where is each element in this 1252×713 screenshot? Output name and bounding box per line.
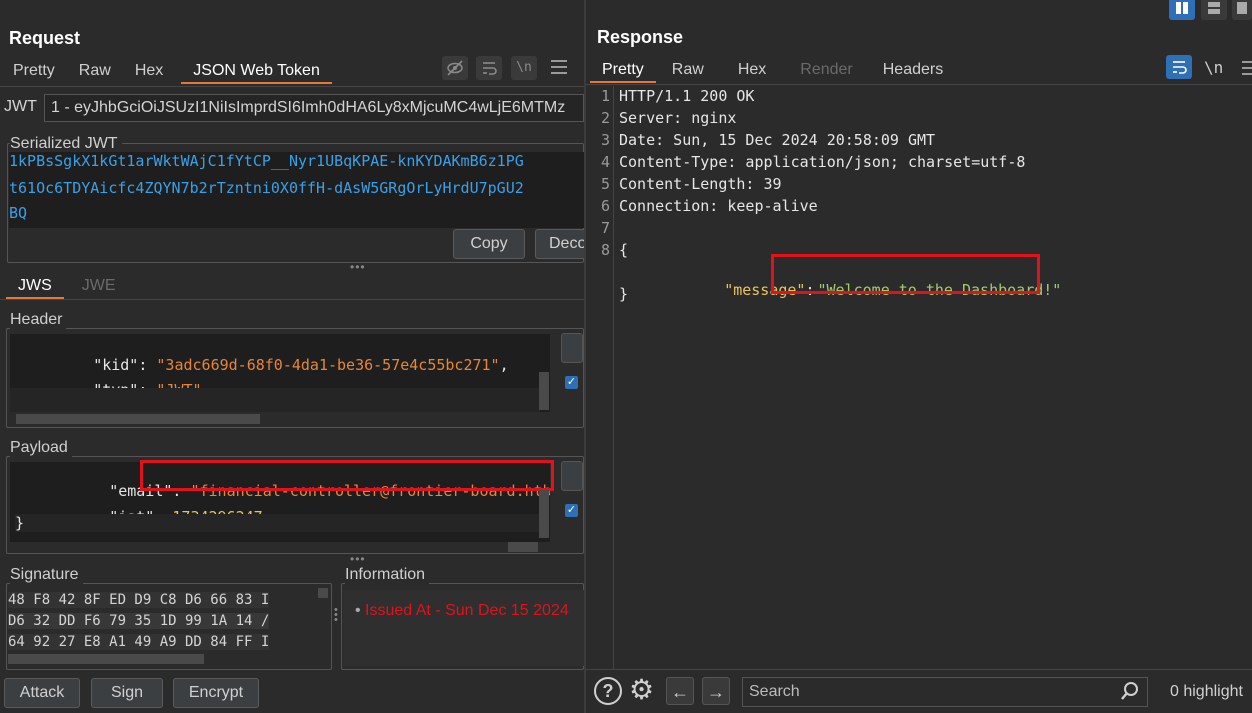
signature-hex-view[interactable]: 48 F8 42 8F ED D9 C8 D6 66 83 I D6 32 DD… <box>8 590 312 654</box>
line-number: 7 <box>600 219 610 237</box>
split-view-icon[interactable] <box>1169 0 1195 20</box>
single-view-icon[interactable] <box>1232 0 1252 20</box>
tab-headers[interactable]: Headers <box>871 57 955 83</box>
header-label: Header <box>10 311 67 329</box>
line-number: 2 <box>600 109 610 127</box>
response-title: Response <box>597 27 684 47</box>
signature-row: 48 F8 42 8F ED D9 C8 D6 66 83 I <box>8 592 270 608</box>
serialized-line: 1kPBsSgkX1kGt1arWktWAjC1fYtCP__Nyr1UBqKP… <box>9 152 524 170</box>
line-number: 4 <box>600 153 610 171</box>
response-header-line: Date: Sun, 15 Dec 2024 20:58:09 GMT <box>619 131 936 149</box>
information-panel: • Issued At - Sun Dec 15 2024 <box>343 590 584 666</box>
back-arrow-icon[interactable]: ← <box>666 677 694 705</box>
help-icon[interactable]: ? <box>594 677 622 705</box>
information-label: Information <box>345 566 430 584</box>
line-number: 6 <box>600 197 610 215</box>
payload-h-scrollbar[interactable] <box>508 542 538 552</box>
search-input[interactable]: Search <box>742 677 1148 707</box>
payload-side-button[interactable] <box>561 461 583 491</box>
response-header-line: Server: nginx <box>619 109 737 127</box>
serialized-line: BQ <box>9 204 28 222</box>
payload-close-brace: } <box>15 514 545 532</box>
search-icon[interactable] <box>1120 681 1140 705</box>
tab-raw[interactable]: Raw <box>67 58 123 84</box>
serialized-jwt-label: Serialized JWT <box>10 135 122 153</box>
request-pane: Request Pretty Raw Hex JSON Web Token \n… <box>0 0 587 713</box>
tab-hex[interactable]: Hex <box>123 58 175 84</box>
response-header-line: Content-Length: 39 <box>619 175 782 193</box>
info-item: • Issued At - Sun Dec 15 2024 <box>355 602 569 619</box>
signature-row: D6 32 DD F6 79 35 1D 99 1A 14 / <box>8 613 270 629</box>
response-header-line: Content-Type: application/json; charset=… <box>619 153 1026 171</box>
line-number: 5 <box>600 175 610 193</box>
gear-icon[interactable]: ⚙ <box>629 675 654 705</box>
tab-json-web-token[interactable]: JSON Web Token <box>181 58 332 84</box>
header-checkbox[interactable]: ✓ <box>565 376 578 389</box>
response-header-line: Connection: keep-alive <box>619 197 818 215</box>
kid-value: "3adc669d-68f0-4da1-be36-57e4c55bc271" <box>156 356 500 374</box>
line-number: 3 <box>600 131 610 149</box>
attack-button[interactable]: Attack <box>4 678 80 708</box>
eye-slash-icon[interactable] <box>442 56 468 80</box>
signature-row: 64 92 27 E8 A1 49 A9 DD 84 FF I <box>8 634 270 650</box>
tab-jws[interactable]: JWS <box>6 273 64 299</box>
header-side-button[interactable] <box>561 333 583 363</box>
serialized-line: t61Oc6TDYAicfc4ZQYN7b2rTzntni0X0ffH-dAsW… <box>9 179 524 197</box>
response-editor[interactable]: 1 2 3 4 5 6 7 8 HTTP/1.1 200 OK Server: … <box>586 86 1252 669</box>
newline-icon[interactable]: \n <box>511 56 537 80</box>
response-close-brace: } <box>619 285 629 303</box>
payload-v-scrollbar[interactable] <box>539 490 549 538</box>
signature-h-scrollbar[interactable] <box>8 654 204 664</box>
copy-button[interactable]: Copy <box>453 229 525 259</box>
response-open-brace: { <box>619 241 629 259</box>
tab-hex[interactable]: Hex <box>726 57 778 83</box>
tab-jwe[interactable]: JWE <box>70 273 128 299</box>
splitter-handle[interactable]: ••• <box>350 260 366 274</box>
payload-label: Payload <box>10 439 72 457</box>
header-editor[interactable]: "kid": "3adc669d-68f0-4da1-be36-57e4c55b… <box>10 334 550 412</box>
tab-render[interactable]: Render <box>788 57 864 83</box>
response-tabs: Pretty Raw Hex Render Headers <box>590 57 955 83</box>
splitter-handle[interactable]: ••• <box>350 552 366 566</box>
jws-jwe-tabs: JWS JWE <box>6 273 128 299</box>
serialized-jwt-editor[interactable]: 1kPBsSgkX1kGt1arWktWAjC1fYtCP__Nyr1UBqKP… <box>9 152 584 228</box>
header-v-scrollbar[interactable] <box>539 372 549 410</box>
wrap-icon[interactable] <box>1166 55 1192 79</box>
line-number: 8 <box>600 241 610 259</box>
wrap-icon[interactable] <box>476 56 502 80</box>
response-pane: Response Pretty Raw Hex Render Headers \… <box>586 0 1252 713</box>
sign-button[interactable]: Sign <box>91 678 163 708</box>
message-highlight-box <box>771 254 1040 294</box>
jwt-select[interactable]: 1 - eyJhbGciOiJSUzI1NiIsImprdSI6Imh0dHA6… <box>44 94 584 122</box>
signature-v-scrollbar[interactable] <box>318 588 328 598</box>
forward-arrow-icon[interactable]: → <box>702 677 730 705</box>
request-tabs: Pretty Raw Hex JSON Web Token <box>1 58 332 84</box>
stacked-view-icon[interactable] <box>1201 0 1227 20</box>
jwt-label: JWT <box>4 98 37 115</box>
payload-checkbox[interactable]: ✓ <box>565 504 578 517</box>
menu-icon[interactable] <box>551 60 567 74</box>
menu-icon[interactable] <box>1242 61 1252 75</box>
response-status-line: HTTP/1.1 200 OK <box>619 87 755 105</box>
header-h-scrollbar[interactable] <box>16 414 260 424</box>
request-title: Request <box>9 28 81 48</box>
highlight-count: 0 highlight <box>1170 683 1243 700</box>
encrypt-button[interactable]: Encrypt <box>173 678 259 708</box>
signature-label: Signature <box>10 566 83 584</box>
line-number: 1 <box>600 87 610 105</box>
email-highlight-box <box>140 460 554 491</box>
tab-pretty[interactable]: Pretty <box>1 58 67 84</box>
tab-pretty[interactable]: Pretty <box>590 57 656 83</box>
newline-icon[interactable]: \n <box>1204 58 1223 77</box>
splitter-handle-vertical[interactable]: • • • <box>334 605 338 626</box>
tab-raw[interactable]: Raw <box>660 57 716 83</box>
decode-button[interactable]: Deco <box>535 229 587 259</box>
